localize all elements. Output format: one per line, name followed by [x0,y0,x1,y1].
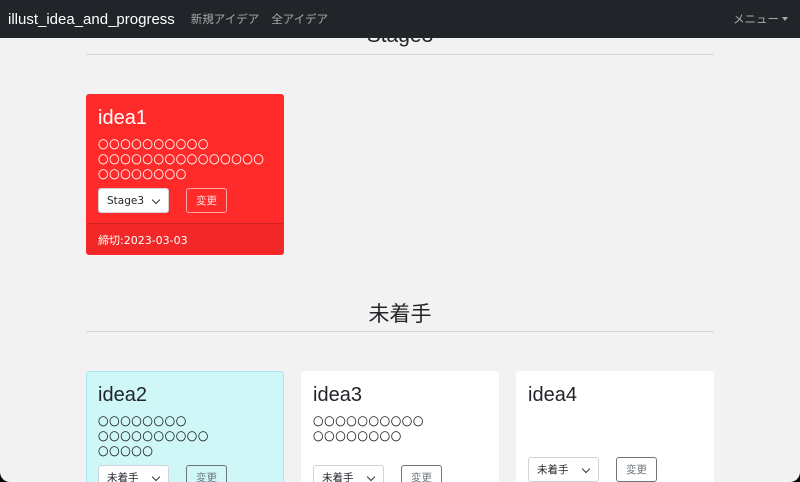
card-text-line: 〇〇〇〇〇〇〇〇〇〇 [98,431,209,443]
stage-select-value: 未着手 [107,472,139,482]
section-divider [86,331,714,332]
change-button[interactable]: 変更 [186,465,227,482]
stage-select[interactable]: Stage3 [98,188,169,213]
stage-select[interactable]: 未着手 [528,457,599,482]
card-text-line: 〇〇〇〇〇〇〇〇 [98,416,187,428]
menu-dropdown[interactable]: メニュー [733,11,792,27]
card-text-line: 〇〇〇〇〇〇〇〇〇〇 [98,139,209,151]
card-deadline: 締切:2023-03-03 [87,223,283,254]
card-text-line: 〇〇〇〇〇〇〇〇〇〇〇〇〇〇〇 [98,154,265,166]
chevron-down-icon [151,472,161,482]
section-title-not-started: 未着手 [368,303,432,326]
card-text-line: 〇〇〇〇〇〇〇〇 [313,431,402,443]
card-description: 〇〇〇〇〇〇〇〇 〇〇〇〇〇〇〇〇〇〇 〇〇〇〇〇 [98,415,272,460]
card-title: idea2 [98,384,147,406]
idea-card-idea1: idea1 〇〇〇〇〇〇〇〇〇〇 〇〇〇〇〇〇〇〇〇〇〇〇〇〇〇 〇〇〇〇〇〇〇… [86,94,284,255]
stage-select-value: Stage3 [107,194,145,207]
card-description: 〇〇〇〇〇〇〇〇〇〇 〇〇〇〇〇〇〇〇〇〇〇〇〇〇〇 〇〇〇〇〇〇〇〇 [98,138,272,183]
change-button[interactable]: 変更 [401,465,442,482]
stage-select-value: 未着手 [322,472,354,482]
chevron-down-icon [151,195,161,205]
idea-card-idea4: idea4 未着手 変更 [516,371,714,482]
change-button[interactable]: 変更 [616,457,657,482]
stage-select[interactable]: 未着手 [98,465,169,482]
card-text-line: 〇〇〇〇〇 [98,446,154,458]
caret-down-icon [782,17,788,21]
brand-link[interactable]: illust_idea_and_progress [8,11,175,28]
card-description: 〇〇〇〇〇〇〇〇〇〇 〇〇〇〇〇〇〇〇 [313,415,487,445]
card-text-line: 〇〇〇〇〇〇〇〇 [98,169,187,181]
chevron-down-icon [366,472,376,482]
stage-select[interactable]: 未着手 [313,465,384,482]
nav-new-idea[interactable]: 新規アイデア [191,11,259,27]
card-title: idea1 [98,107,147,129]
card-title: idea4 [528,384,577,406]
idea-card-idea2: idea2 〇〇〇〇〇〇〇〇 〇〇〇〇〇〇〇〇〇〇 〇〇〇〇〇 未着手 変更 [86,371,284,482]
change-button[interactable]: 変更 [186,188,227,213]
nav-all-ideas[interactable]: 全アイデア [271,11,328,27]
section-divider [86,54,714,55]
chevron-down-icon [581,464,591,474]
navbar: illust_idea_and_progress 新規アイデア 全アイデア メニ… [0,0,800,38]
stage-select-value: 未着手 [537,464,569,476]
card-title: idea3 [313,384,362,406]
idea-card-idea3: idea3 〇〇〇〇〇〇〇〇〇〇 〇〇〇〇〇〇〇〇 未着手 変更 [301,371,499,482]
card-text-line: 〇〇〇〇〇〇〇〇〇〇 [313,416,424,428]
app-window: illust_idea_and_progress 新規アイデア 全アイデア メニ… [0,0,800,482]
menu-label: メニュー [733,12,779,26]
